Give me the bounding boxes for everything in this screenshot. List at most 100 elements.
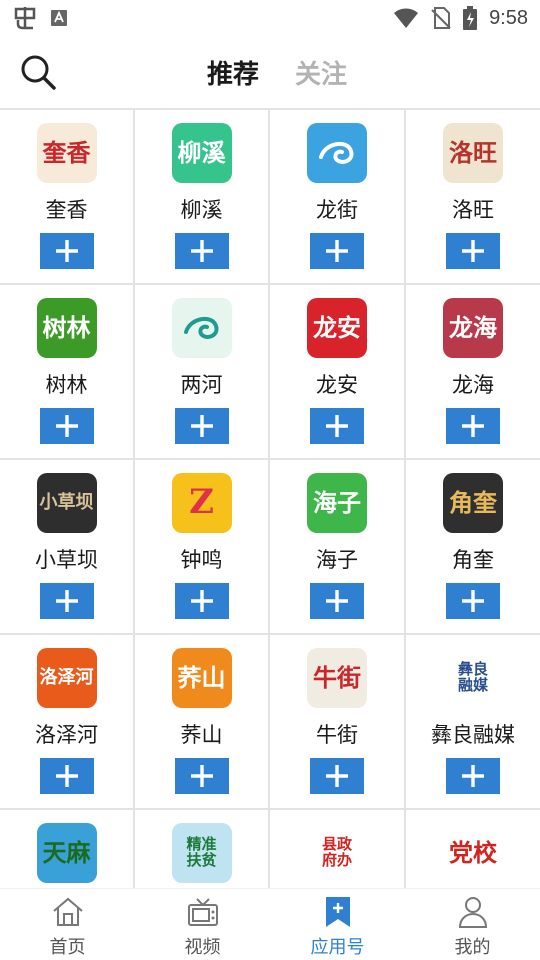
app-name-label: 洛泽河 [35, 723, 98, 747]
app-logo-icon[interactable]: 海子 [307, 473, 367, 533]
app-logo-icon[interactable]: 精准扶贫 [171, 823, 232, 883]
app-logo-text: 天麻 [42, 838, 91, 868]
app-name-label: 海子 [316, 548, 358, 572]
subscribe-add-button[interactable] [446, 758, 500, 794]
subscribe-add-button[interactable] [39, 583, 94, 619]
nav-item-me[interactable]: 我的 [405, 889, 540, 960]
app-cell[interactable]: 天麻天麻 [0, 810, 135, 888]
bottom-nav: 首页 视频 应用号 我的 [0, 888, 540, 960]
app-cell[interactable]: Z 钟鸣 [135, 460, 270, 635]
subscribe-add-button[interactable] [39, 233, 94, 269]
subscribe-add-button[interactable] [39, 408, 94, 444]
wifi-icon [394, 8, 419, 28]
tv-icon [186, 895, 220, 929]
tab-bar: 推荐 关注 [0, 36, 540, 108]
app-cell[interactable]: 小草坝 小草坝 [0, 460, 135, 635]
plus-icon [190, 765, 213, 787]
app-name-label: 彝良融媒 [431, 723, 515, 747]
app-logo-icon[interactable]: Z [171, 473, 232, 533]
app-cell[interactable]: 龙街 [270, 110, 406, 285]
tab-following[interactable]: 关注 [295, 54, 347, 91]
app-cell[interactable]: 龙海 龙海 [406, 285, 540, 460]
app-cell[interactable]: 党校党校 [406, 810, 540, 888]
plus-icon [190, 240, 213, 262]
app-logo-icon[interactable]: 党校 [443, 823, 503, 883]
app-cell[interactable]: 海子 海子 [270, 460, 406, 635]
plus-icon [326, 590, 348, 612]
app-logo-icon[interactable]: 天麻 [36, 823, 97, 883]
app-name-label: 两河 [180, 373, 223, 397]
app-name-label: 牛街 [316, 723, 358, 747]
subscribe-add-button[interactable] [174, 408, 229, 444]
app-logo-icon[interactable]: 柳溪 [171, 123, 232, 183]
app-logo-icon[interactable] [307, 123, 367, 183]
plus-icon [190, 415, 213, 437]
app-cell[interactable]: 精准扶贫精准扶贫 [135, 810, 270, 888]
app-cell[interactable]: 牛街 牛街 [270, 635, 406, 810]
nav-item-video[interactable]: 视频 [135, 889, 270, 960]
subscribe-add-button[interactable] [39, 758, 94, 794]
app-logo-icon[interactable]: 荞山 [171, 648, 232, 708]
app-cell[interactable]: 洛旺 洛旺 [406, 110, 540, 285]
app-cell[interactable]: 奎香 奎香 [0, 110, 135, 285]
app-logo-icon[interactable]: 树林 [36, 298, 97, 358]
app-logo-icon[interactable]: 奎香 [36, 123, 97, 183]
app-logo-text: 洛泽河 [39, 666, 94, 688]
app-logo-icon[interactable]: 洛旺 [443, 123, 503, 183]
status-time: 9:58 [489, 6, 528, 29]
nav-item-apps[interactable]: 应用号 [270, 889, 405, 960]
app-logo-icon[interactable]: 小草坝 [36, 473, 97, 533]
app-logo-text: 树林 [42, 313, 91, 343]
nav-label-video: 视频 [184, 937, 221, 958]
app-logo-icon[interactable]: 龙安 [307, 298, 367, 358]
app-logo-icon[interactable]: 角奎 [443, 473, 503, 533]
app-cell[interactable]: 洛泽河 洛泽河 [0, 635, 135, 810]
subscribe-add-button[interactable] [446, 408, 500, 444]
plus-icon [190, 590, 213, 612]
app-cell[interactable]: 荞山 荞山 [135, 635, 270, 810]
home-icon [51, 895, 85, 929]
app-logo-text: 龙安 [313, 313, 361, 343]
subscribe-add-button[interactable] [174, 233, 229, 269]
app-cell[interactable]: 龙安 龙安 [270, 285, 406, 460]
subscribe-add-button[interactable] [310, 408, 364, 444]
nav-label-apps: 应用号 [310, 937, 365, 958]
app-logo-text: 奎香 [42, 138, 91, 168]
battery-icon [463, 6, 478, 30]
app-cell[interactable]: 树林 树林 [0, 285, 135, 460]
app-cell[interactable]: 县政府办县政府办 [270, 810, 406, 888]
tab-recommended[interactable]: 推荐 [207, 54, 259, 91]
subscribe-add-button[interactable] [310, 583, 364, 619]
nav-item-home[interactable]: 首页 [0, 889, 135, 960]
app-logo-text: 彝良融媒 [457, 660, 488, 694]
app-grid: 奎香 奎香 柳溪 柳溪 龙街 洛旺 洛旺 树林 树林 两河 龙安 龙安 龙海 龙海 小草坝 小草坝 Z 钟鸣 海子海… [0, 108, 540, 888]
subscribe-add-button[interactable] [174, 758, 229, 794]
app-logo-icon[interactable]: 牛街 [307, 648, 367, 708]
app-logo-icon[interactable] [171, 298, 232, 358]
subscribe-add-button[interactable] [174, 583, 229, 619]
subscribe-add-button[interactable] [446, 233, 500, 269]
app-logo-text: 柳溪 [177, 138, 226, 168]
app-cell[interactable]: 彝良融媒 彝良融媒 [406, 635, 540, 810]
app-cell[interactable]: 两河 [135, 285, 270, 460]
header: 推荐 关注 [0, 36, 540, 108]
app-logo-text: 荞山 [177, 663, 226, 693]
app-logo-icon[interactable]: 龙海 [443, 298, 503, 358]
plus-icon [326, 240, 348, 262]
app-name-label: 龙安 [316, 373, 358, 397]
subscribe-add-button[interactable] [310, 758, 364, 794]
app-logo-icon[interactable]: 洛泽河 [36, 648, 97, 708]
app-logo-text: 角奎 [449, 488, 497, 518]
app-name-label: 洛旺 [452, 198, 494, 222]
app-cell[interactable]: 角奎 角奎 [406, 460, 540, 635]
subscribe-add-button[interactable] [446, 583, 500, 619]
app-cell[interactable]: 柳溪 柳溪 [135, 110, 270, 285]
app-grid-inner: 奎香 奎香 柳溪 柳溪 龙街 洛旺 洛旺 树林 树林 两河 龙安 龙安 龙海 龙海 小草坝 小草坝 Z 钟鸣 海子海… [0, 110, 540, 888]
app-logo-icon[interactable]: 彝良融媒 [443, 648, 503, 708]
app-logo-text: Z [189, 482, 214, 523]
app-logo-icon[interactable]: 县政府办 [307, 823, 367, 883]
status-left [12, 6, 68, 30]
app-name-label: 荞山 [180, 723, 223, 747]
subscribe-add-button[interactable] [310, 233, 364, 269]
plus-icon [55, 765, 78, 787]
